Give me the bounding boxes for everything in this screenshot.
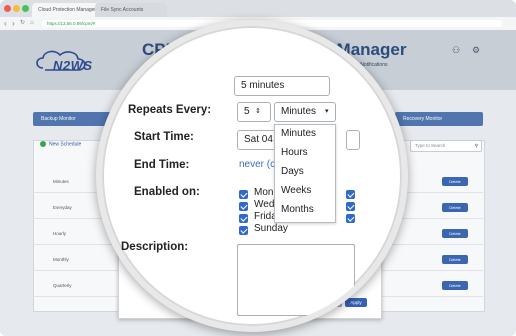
enabled-on-label: Enabled on: bbox=[134, 186, 200, 198]
start-time-value: Sat 04 bbox=[244, 134, 273, 145]
recovery-monitor-tab[interactable]: Recovery Monitor bbox=[395, 112, 483, 126]
new-schedule-button[interactable]: New Schedule bbox=[40, 141, 81, 147]
stepper-icon[interactable]: ⇕ bbox=[255, 103, 261, 121]
minimize-window-icon[interactable] bbox=[13, 5, 20, 12]
row-name: Everyday bbox=[53, 205, 72, 210]
row-delete-button[interactable]: Delete bbox=[442, 203, 468, 212]
chevron-down-icon[interactable]: ▾ bbox=[325, 103, 329, 121]
user-icon[interactable]: ⚇ bbox=[452, 45, 460, 56]
dropdown-option[interactable]: Days bbox=[281, 166, 304, 177]
checkbox-day-5[interactable] bbox=[346, 190, 355, 199]
settings-icon[interactable]: ⚙ bbox=[472, 45, 480, 56]
repeats-unit-dropdown[interactable]: Minutes Hours Days Weeks Months bbox=[274, 124, 336, 223]
row-name: Monthly bbox=[53, 257, 69, 262]
dropdown-option[interactable]: Weeks bbox=[281, 185, 311, 196]
new-schedule-label: New Schedule bbox=[49, 141, 82, 148]
row-delete-button[interactable]: Delete bbox=[442, 229, 468, 238]
logo-text: N2WS bbox=[53, 58, 93, 73]
row-delete-button[interactable]: Delete bbox=[442, 255, 468, 264]
checkbox-day-6[interactable] bbox=[346, 202, 355, 211]
start-time-label: Start Time: bbox=[134, 131, 194, 143]
search-icon[interactable]: ⚲ bbox=[475, 141, 478, 151]
day-label: Mon bbox=[254, 187, 274, 198]
search-placeholder: Type to Search bbox=[415, 143, 446, 148]
day-label: Sunday bbox=[254, 223, 288, 234]
forward-icon[interactable]: › bbox=[12, 18, 15, 29]
repeats-number-stepper[interactable]: 5 ⇕ bbox=[237, 102, 271, 122]
row-delete-button[interactable]: Delete bbox=[442, 177, 468, 186]
checkbox-day-1[interactable] bbox=[239, 190, 248, 199]
checkbox-day-2[interactable] bbox=[239, 202, 248, 211]
checkbox-day-7[interactable] bbox=[346, 214, 355, 223]
description-label: Description: bbox=[121, 241, 189, 253]
reload-icon[interactable]: ↻ bbox=[20, 18, 25, 29]
schedule-name-field[interactable]: 5 minutes bbox=[234, 76, 330, 96]
browser-tab-active[interactable]: Cloud Protection Manager bbox=[32, 3, 99, 17]
repeats-number-value: 5 bbox=[244, 106, 250, 117]
start-time-field[interactable]: Sat 04 bbox=[237, 130, 277, 150]
checkbox-day-4[interactable] bbox=[239, 226, 248, 235]
repeats-unit-value: Minutes bbox=[281, 106, 317, 117]
search-input[interactable]: Type to Search ⚲ bbox=[410, 140, 482, 152]
close-window-icon[interactable] bbox=[4, 5, 11, 12]
magnifier-lens: 5 minutes Repeats Every: 5 ⇕ Minutes ▾ S… bbox=[96, 20, 408, 332]
end-time-link[interactable]: never (c bbox=[239, 159, 275, 170]
home-icon[interactable]: ⌂ bbox=[30, 18, 34, 29]
end-time-label: End Time: bbox=[134, 159, 190, 171]
maximize-window-icon[interactable] bbox=[22, 5, 29, 12]
back-icon[interactable]: ‹ bbox=[4, 18, 7, 29]
day-label: Wed bbox=[254, 199, 275, 210]
browser-tab-label: Cloud Protection Manager bbox=[38, 7, 97, 13]
add-icon bbox=[40, 141, 46, 147]
repeats-label: Repeats Every: bbox=[128, 104, 212, 116]
row-name: Hourly bbox=[53, 231, 67, 236]
url-text: https://13.56.0.89/cpm/# bbox=[47, 21, 96, 26]
browser-tab-label: File Sync Accounts bbox=[101, 7, 144, 13]
dropdown-option[interactable]: Months bbox=[281, 204, 314, 215]
row-name: Quarterly bbox=[53, 283, 72, 288]
checkbox-day-3[interactable] bbox=[239, 214, 248, 223]
description-textarea[interactable] bbox=[237, 244, 355, 316]
schedule-name-value: 5 minutes bbox=[241, 80, 285, 91]
row-name: Minutes bbox=[53, 179, 69, 184]
dropdown-option[interactable]: Minutes bbox=[281, 128, 316, 139]
repeats-unit-select[interactable]: Minutes ▾ bbox=[274, 102, 336, 122]
dropdown-option[interactable]: Hours bbox=[281, 147, 308, 158]
recovery-monitor-label: Recovery Monitor bbox=[403, 116, 443, 122]
row-delete-button[interactable]: Delete bbox=[442, 281, 468, 290]
browser-tab-second[interactable]: File Sync Accounts bbox=[95, 3, 167, 17]
browser-tab-strip: Cloud Protection Manager File Sync Accou… bbox=[0, 0, 516, 17]
backup-monitor-label: Backup Monitor bbox=[41, 116, 76, 122]
start-time-extra-field[interactable] bbox=[346, 130, 360, 150]
